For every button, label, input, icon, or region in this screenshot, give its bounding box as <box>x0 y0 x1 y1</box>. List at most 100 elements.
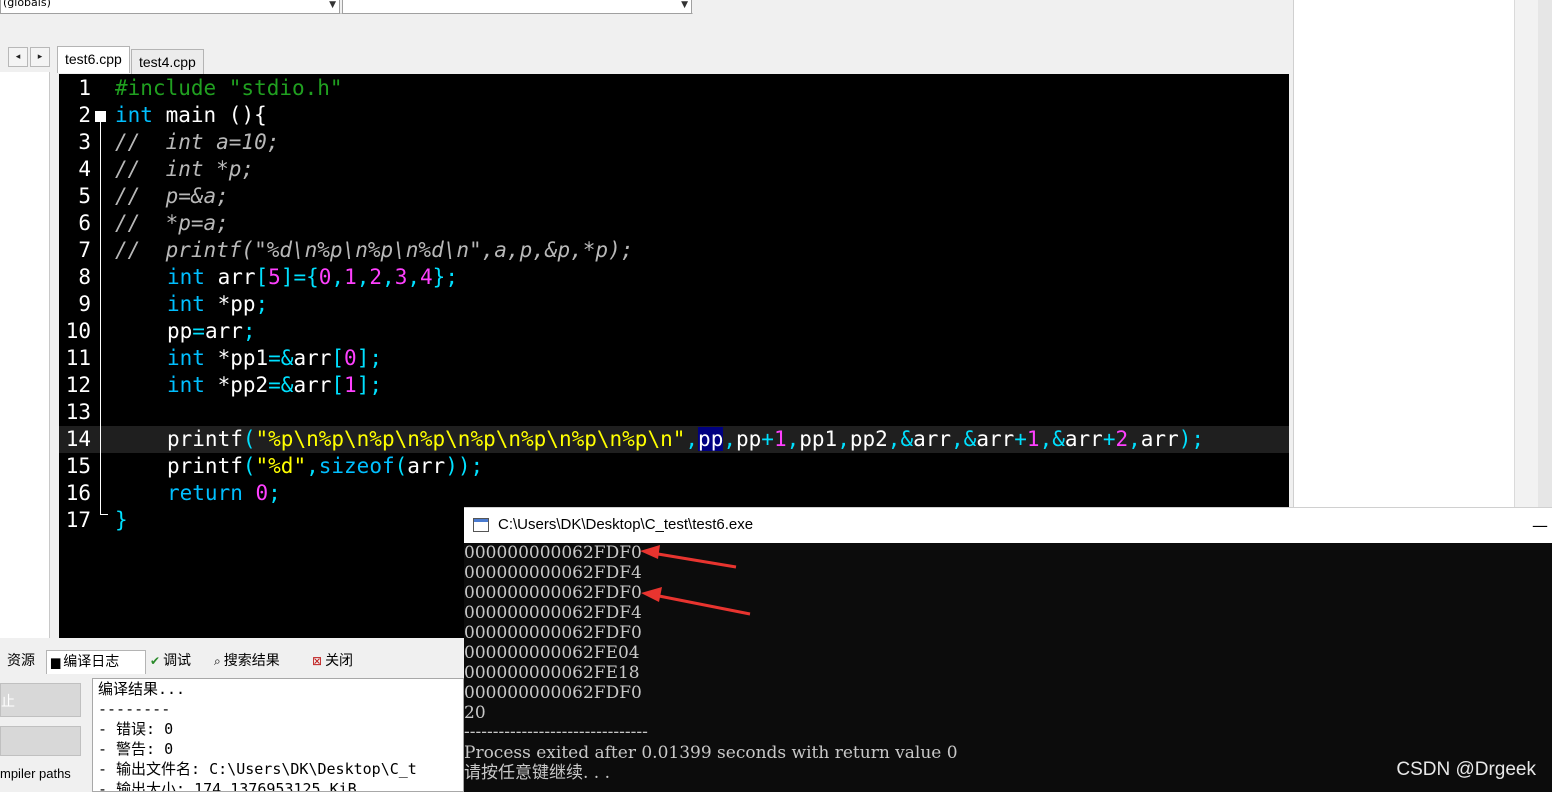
vertical-scrollbar[interactable] <box>1514 0 1538 508</box>
code-text: // int a=10; <box>115 130 280 154</box>
code-text: int *pp; <box>167 292 269 316</box>
code-line: 8 int arr[5]={0,1,2,3,4}; <box>59 264 1289 291</box>
line-number: 16 <box>65 481 91 505</box>
tab-close[interactable]: ⊠ 关闭 <box>308 650 374 674</box>
code-text: int *pp1=&arr[0]; <box>167 346 382 370</box>
bottom-panel-tabs: 资源 ▆ 编译日志 ✔ 调试 ⌕ 搜索结果 ⊠ 关闭 <box>0 646 464 674</box>
log-line: - 输出大小: 174.1376953125 KiB <box>98 780 357 792</box>
line-number: 11 <box>65 346 91 370</box>
tab-resources[interactable]: 资源 <box>0 650 46 674</box>
selected-text: pp <box>698 427 724 451</box>
code-line: 10 pp=arr; <box>59 318 1289 345</box>
search-icon: ⌕ <box>214 654 221 668</box>
console-line: 000000000062FDF0 <box>464 683 642 703</box>
scope-combo-value: (globals) <box>3 0 51 9</box>
annotation-arrows <box>640 545 751 616</box>
code-line: 4 // int *p; <box>59 156 1289 183</box>
tab-label: test4.cpp <box>139 54 196 70</box>
line-number: 12 <box>65 373 91 397</box>
class-browser-bar: (globals) ▼ ▼ <box>0 0 693 14</box>
annotation-arrow-1 <box>640 545 737 569</box>
close-icon: ⊠ <box>312 654 323 668</box>
tab-label: 关闭 <box>325 653 354 669</box>
line-number: 7 <box>78 238 91 262</box>
console-title: C:\Users\DK\Desktop\C_test\test6.exe <box>498 516 754 533</box>
watermark: CSDN @Drgeek <box>1396 759 1536 780</box>
scope-combo[interactable]: (globals) ▼ <box>0 0 340 14</box>
console-app-icon <box>473 518 489 532</box>
chevron-down-icon: ▼ <box>681 0 688 10</box>
log-line: - 警告: 0 <box>98 740 174 758</box>
tab-label: 编译日志 <box>63 654 120 670</box>
line-number: 10 <box>65 319 91 343</box>
console-line: -------------------------------- <box>464 722 648 742</box>
code-text: pp=arr; <box>167 319 256 343</box>
line-number: 14 <box>65 427 91 451</box>
tab-label: test6.cpp <box>65 51 122 67</box>
line-number: 1 <box>78 76 91 100</box>
fold-guide-end <box>100 514 108 515</box>
log-line: -------- <box>98 700 171 718</box>
line-number: 5 <box>78 184 91 208</box>
compile-log-output: 编译结果... -------- - 错误: 0 - 警告: 0 - 输出文件名… <box>92 678 464 792</box>
tab-scroll-right-button[interactable]: ▸ <box>30 47 50 67</box>
console-title-bar[interactable]: C:\Users\DK\Desktop\C_test\test6.exe — <box>464 507 1552 543</box>
line-number: 4 <box>78 157 91 181</box>
tab-compile-log[interactable]: ▆ 编译日志 <box>46 650 146 674</box>
tab-search-results[interactable]: ⌕ 搜索结果 <box>210 650 308 674</box>
tab-label: 调试 <box>163 653 192 669</box>
abort-compile-button[interactable]: 止 <box>0 683 81 717</box>
line-number: 3 <box>78 130 91 154</box>
console-line: 请按任意键继续. . . <box>464 763 611 783</box>
scrollbar-thumb[interactable] <box>1538 0 1552 508</box>
compiler-paths-label[interactable]: mpiler paths <box>0 766 71 781</box>
annotation-arrow-2 <box>641 587 751 616</box>
console-line: Process exited after 0.01399 seconds wit… <box>464 743 958 763</box>
project-panel <box>0 72 50 638</box>
line-number: 9 <box>78 292 91 316</box>
code-text: int main (){ <box>115 103 267 127</box>
button-label: 止 <box>1 694 15 710</box>
tab-test6-cpp[interactable]: test6.cpp <box>57 46 130 73</box>
code-text: // printf("%d\n%p\n%p\n%d\n",a,p,&p,*p); <box>115 238 634 262</box>
line-number: 17 <box>65 508 91 532</box>
code-line-current: 14 printf("%p\n%p\n%p\n%p\n%p\n%p\n%p\n%p… <box>59 426 1289 453</box>
tab-scroll-left-button[interactable]: ◂ <box>8 47 28 67</box>
code-line: 5 // p=&a; <box>59 183 1289 210</box>
tab-debug[interactable]: ✔ 调试 <box>146 650 210 674</box>
tab-test4-cpp[interactable]: test4.cpp <box>131 49 204 74</box>
code-line: 15 printf("%d",sizeof(arr)); <box>59 453 1289 480</box>
code-line: 11 int *pp1=&arr[0]; <box>59 345 1289 372</box>
code-text: // int *p; <box>115 157 255 181</box>
line-number: 13 <box>65 400 91 424</box>
console-line: 000000000062FE04 <box>464 643 640 663</box>
code-line: 1 #include "stdio.h" <box>59 75 1289 102</box>
code-text: return 0; <box>167 481 281 505</box>
code-text: printf("%d",sizeof(arr)); <box>167 454 484 478</box>
code-text: int *pp2=&arr[1]; <box>167 373 382 397</box>
line-number: 6 <box>78 211 91 235</box>
fold-marker-icon[interactable] <box>95 111 106 122</box>
log-line: - 错误: 0 <box>98 720 174 738</box>
member-combo[interactable]: ▼ <box>342 0 692 14</box>
line-number: 15 <box>65 454 91 478</box>
code-line: 3 // int a=10; <box>59 129 1289 156</box>
code-line: 13 <box>59 399 1289 426</box>
code-line: 2 int main (){ <box>59 102 1289 129</box>
code-line: 7 // printf("%d\n%p\n%p\n%d\n",a,p,&p,*p)… <box>59 237 1289 264</box>
check-icon: ✔ <box>150 654 161 668</box>
log-line: - 输出文件名: C:\Users\DK\Desktop\C_t <box>98 760 417 778</box>
line-number: 8 <box>78 265 91 289</box>
code-line: 9 int *pp; <box>59 291 1289 318</box>
code-text: // *p=a; <box>115 211 229 235</box>
code-text: printf("%p\n%p\n%p\n%p\n%p\n%p\n%p\n%p\n… <box>167 427 1205 451</box>
secondary-button[interactable] <box>0 726 81 756</box>
console-line: 000000000062FE18 <box>464 663 640 683</box>
chart-icon: ▆ <box>51 655 61 669</box>
minimize-icon[interactable]: — <box>1532 516 1548 535</box>
tab-label: 搜索结果 <box>223 653 280 669</box>
line-number: 2 <box>78 103 91 127</box>
code-line: 12 int *pp2=&arr[1]; <box>59 372 1289 399</box>
code-line: 6 // *p=a; <box>59 210 1289 237</box>
code-line: 16 return 0; <box>59 480 1289 507</box>
